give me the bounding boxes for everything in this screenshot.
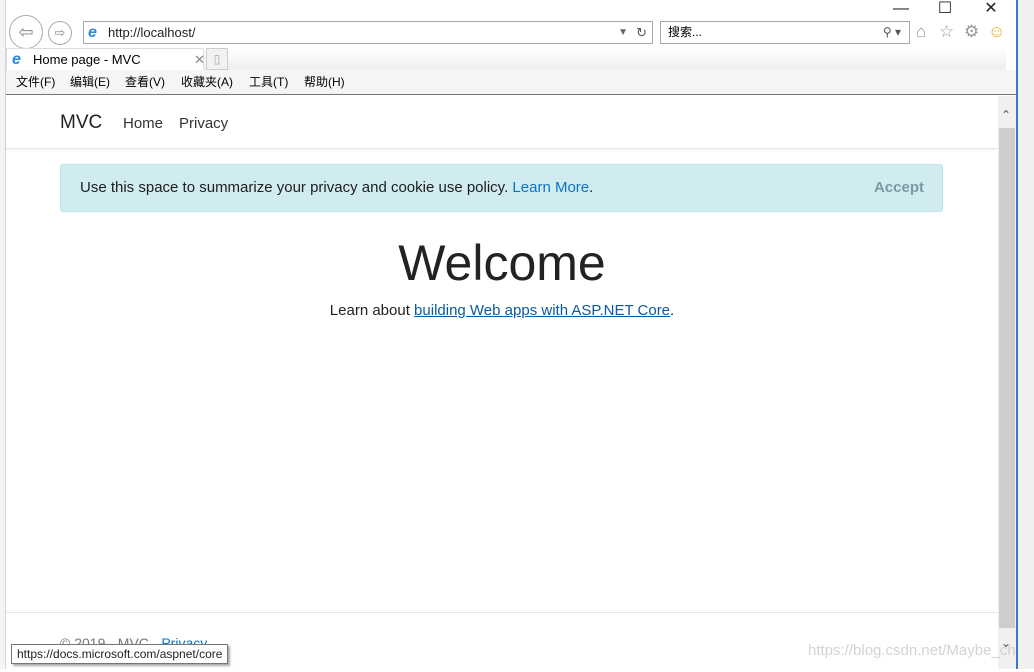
menu-view[interactable]: 查看(V) <box>125 70 165 94</box>
brand-link[interactable]: MVC <box>60 112 102 134</box>
smiley-feedback-icon[interactable]: ☺ <box>988 22 1005 42</box>
favorites-star-icon[interactable]: ☆ <box>939 22 954 42</box>
ie-icon: e <box>88 24 97 41</box>
nav-privacy[interactable]: Privacy <box>179 115 228 132</box>
menu-file[interactable]: 文件(F) <box>16 70 55 94</box>
web-page: MVC Home Privacy Use this space to summa… <box>6 96 998 669</box>
new-tab-button[interactable]: ▯ <box>206 48 228 70</box>
refresh-icon[interactable]: ↻ <box>636 22 647 43</box>
address-bar[interactable]: e http://localhost/ ▼ ↻ <box>83 21 653 44</box>
cookie-consent-alert: Use this space to summarize your privacy… <box>60 164 943 212</box>
menu-bar: 文件(F) 编辑(E) 查看(V) 收藏夹(A) 工具(T) 帮助(H) <box>6 70 1016 95</box>
settings-gear-icon[interactable]: ⚙ <box>964 22 979 42</box>
watermark: https://blog.csdn.net/Maybe_ch <box>808 642 1016 659</box>
status-url-tooltip: https://docs.microsoft.com/aspnet/core <box>11 644 229 664</box>
menu-favorites[interactable]: 收藏夹(A) <box>181 70 233 94</box>
lead-text: Learn about building Web apps with ASP.N… <box>6 302 998 319</box>
tab-title: Home page - MVC <box>33 52 141 67</box>
period: . <box>589 179 594 196</box>
menu-edit[interactable]: 编辑(E) <box>70 70 110 94</box>
nav-home[interactable]: Home <box>123 115 163 132</box>
vertical-scrollbar[interactable]: ⌃ ⌄ <box>998 96 1016 669</box>
back-button[interactable]: ⇦ <box>9 15 43 49</box>
menu-help[interactable]: 帮助(H) <box>304 70 345 94</box>
ie-icon: e <box>12 51 21 68</box>
navbar: MVC Home Privacy <box>6 96 998 149</box>
scrollbar-thumb[interactable] <box>999 128 1015 628</box>
address-text: http://localhost/ <box>108 25 196 40</box>
search-input[interactable]: 搜索... ⚲ ▾ <box>660 21 910 44</box>
page-title: Welcome <box>398 235 606 291</box>
close-window-button[interactable]: ✕ <box>971 0 1011 18</box>
learn-more-link[interactable]: Learn More <box>512 179 589 196</box>
lead-suffix: . <box>670 302 675 319</box>
cookie-text: Use this space to summarize your privacy… <box>80 179 509 196</box>
scroll-up-icon[interactable]: ⌃ <box>1001 108 1011 122</box>
forward-button[interactable]: ⇨ <box>48 21 72 45</box>
tab-home-page[interactable]: e Home page - MVC ✕ <box>6 48 205 71</box>
dropdown-icon[interactable]: ▼ <box>618 22 628 43</box>
lead-prefix: Learn about <box>329 302 415 319</box>
search-placeholder: 搜索... <box>668 25 703 39</box>
minimize-button[interactable]: — <box>881 0 921 18</box>
home-icon[interactable]: ⌂ <box>916 22 926 42</box>
search-icon[interactable]: ⚲ ▾ <box>883 22 901 43</box>
accept-button[interactable]: Accept <box>874 165 924 211</box>
tab-bar: e Home page - MVC ✕ ▯ <box>6 48 1006 70</box>
close-tab-icon[interactable]: ✕ <box>194 49 205 71</box>
aspnet-core-link[interactable]: building Web apps with ASP.NET Core <box>414 302 670 319</box>
menu-tools[interactable]: 工具(T) <box>249 70 288 94</box>
window-border <box>1016 0 1034 669</box>
maximize-button[interactable]: ☐ <box>925 0 965 18</box>
